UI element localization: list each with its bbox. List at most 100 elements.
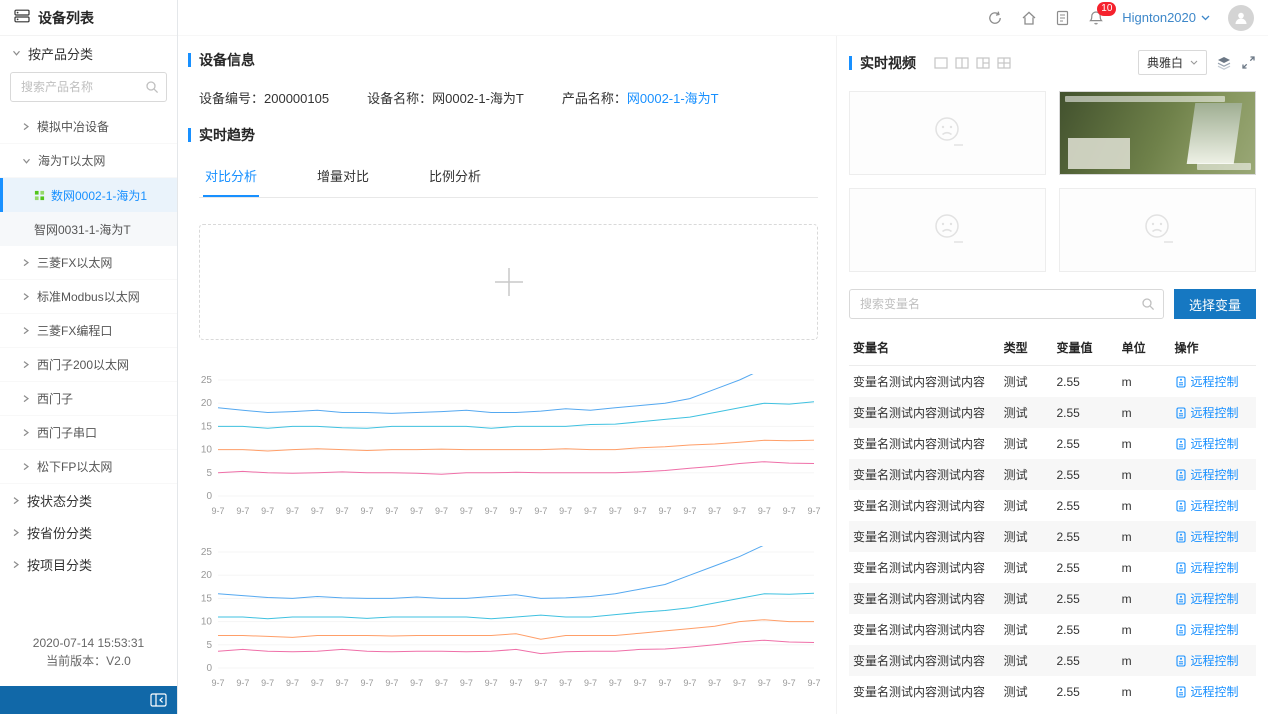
svg-text:9-7: 9-7 xyxy=(435,678,448,688)
tab-1[interactable]: 增量对比 xyxy=(315,157,371,197)
product-search-input[interactable] xyxy=(10,72,167,102)
cell-name: 变量名测试内容测试内容 xyxy=(849,490,1000,521)
cell-value: 2.55 xyxy=(1052,490,1117,521)
svg-text:9-7: 9-7 xyxy=(807,506,820,516)
remote-control-link[interactable]: 远程控制 xyxy=(1175,435,1253,452)
group-0[interactable]: 按状态分类 xyxy=(0,484,177,516)
tree-item-5[interactable]: 西门子200以太网 xyxy=(0,348,177,382)
tree-device-1-0[interactable]: 数网0002-1-海为1 xyxy=(0,178,177,212)
footer-timestamp: 2020-07-14 15:53:31 xyxy=(0,634,177,652)
avatar[interactable] xyxy=(1228,5,1254,31)
remote-control-link[interactable]: 远程控制 xyxy=(1175,404,1253,421)
cell-type: 测试 xyxy=(1000,521,1053,552)
layout-single-icon[interactable] xyxy=(934,57,948,69)
device-code-field: 设备编号：200000105 xyxy=(199,88,329,107)
tree-item-7[interactable]: 西门子串口 xyxy=(0,416,177,450)
svg-text:9-7: 9-7 xyxy=(683,678,696,688)
tab-2[interactable]: 比例分析 xyxy=(427,157,483,197)
collapse-sidebar-icon[interactable] xyxy=(150,693,167,707)
notification-badge: 10 xyxy=(1097,2,1116,16)
remote-control-link[interactable]: 远程控制 xyxy=(1175,621,1253,638)
cell-value: 2.55 xyxy=(1052,366,1117,398)
group-by-product[interactable]: 按产品分类 xyxy=(0,36,177,70)
other-groups: 按状态分类按省份分类按项目分类 xyxy=(0,484,177,580)
video-cell-empty-0[interactable] xyxy=(849,91,1046,175)
search-icon[interactable] xyxy=(145,80,159,94)
refresh-icon[interactable] xyxy=(987,10,1003,26)
video-overlay-label xyxy=(1197,163,1251,170)
col-header-1: 类型 xyxy=(1000,331,1053,366)
caret-down-icon xyxy=(1201,15,1210,21)
tree-item-3[interactable]: 标准Modbus以太网 xyxy=(0,280,177,314)
add-chart-placeholder[interactable] xyxy=(199,224,818,340)
video-overlay-text xyxy=(1065,96,1225,102)
remote-control-link[interactable]: 远程控制 xyxy=(1175,497,1253,514)
center-panel: 设备信息 设备编号：200000105 设备名称：网0002-1-海为T 产品名… xyxy=(178,36,836,714)
video-cell-empty-2[interactable] xyxy=(849,188,1046,272)
cell-type: 测试 xyxy=(1000,645,1053,676)
right-panel: 实时视频 典雅白 xyxy=(836,36,1268,714)
product-tree: 模拟中冶设备海为T以太网数网0002-1-海为1智网0031-1-海为T三菱FX… xyxy=(0,110,177,484)
tree-item-2[interactable]: 三菱FX以太网 xyxy=(0,246,177,280)
search-icon[interactable] xyxy=(1141,297,1155,311)
layout-two-pane-icon[interactable] xyxy=(955,57,969,69)
notifications-button[interactable]: 10 xyxy=(1088,10,1104,26)
theme-select-value: 典雅白 xyxy=(1147,54,1183,71)
remote-control-link[interactable]: 远程控制 xyxy=(1175,466,1253,483)
table-row: 变量名测试内容测试内容测试2.55m远程控制 xyxy=(849,459,1256,490)
main-area: 10 Hignton2020 设备信息 设备编号：200000105 设备名称：… xyxy=(178,0,1268,714)
remote-control-link[interactable]: 远程控制 xyxy=(1175,652,1253,669)
table-row: 变量名测试内容测试内容测试2.55m远程控制 xyxy=(849,614,1256,645)
layers-icon[interactable] xyxy=(1216,55,1232,71)
home-icon[interactable] xyxy=(1021,10,1037,26)
theme-select[interactable]: 典雅白 xyxy=(1138,50,1207,75)
svg-text:15: 15 xyxy=(201,593,213,604)
variable-search-input[interactable] xyxy=(849,289,1164,319)
tab-0[interactable]: 对比分析 xyxy=(203,157,259,197)
video-cell-live[interactable] xyxy=(1059,91,1256,175)
document-icon[interactable] xyxy=(1055,10,1070,26)
sidebar-title: 设备列表 xyxy=(38,8,94,28)
remote-control-link[interactable]: 远程控制 xyxy=(1175,590,1253,607)
tree-item-0[interactable]: 模拟中冶设备 xyxy=(0,110,177,144)
chevron-right-icon xyxy=(22,326,30,335)
remote-control-link[interactable]: 远程控制 xyxy=(1175,373,1253,390)
tree-item-8[interactable]: 松下FP以太网 xyxy=(0,450,177,484)
remote-control-link[interactable]: 远程控制 xyxy=(1175,559,1253,576)
svg-text:9-7: 9-7 xyxy=(807,678,820,688)
product-name-link[interactable]: 网0002-1-海为T xyxy=(627,91,719,106)
select-variable-button[interactable]: 选择变量 xyxy=(1174,289,1256,319)
group-2[interactable]: 按项目分类 xyxy=(0,548,177,580)
layout-grid-icon[interactable] xyxy=(997,57,1011,69)
remote-control-link[interactable]: 远程控制 xyxy=(1175,683,1253,700)
group-1[interactable]: 按省份分类 xyxy=(0,516,177,548)
tree-item-1[interactable]: 海为T以太网 xyxy=(0,144,177,178)
tree-item-label: 西门子200以太网 xyxy=(37,356,129,373)
layout-three-pane-icon[interactable] xyxy=(976,57,990,69)
svg-text:10: 10 xyxy=(201,445,213,456)
table-row: 变量名测试内容测试内容测试2.55m远程控制 xyxy=(849,645,1256,676)
plus-icon xyxy=(491,264,527,300)
fullscreen-icon[interactable] xyxy=(1241,55,1256,70)
content: 设备信息 设备编号：200000105 设备名称：网0002-1-海为T 产品名… xyxy=(178,36,1268,714)
video-title: 实时视频 xyxy=(860,53,916,73)
tree-device-label: 数网0002-1-海为1 xyxy=(51,187,147,204)
video-cell-empty-3[interactable] xyxy=(1059,188,1256,272)
footer-version: 当前版本：V2.0 xyxy=(0,652,177,670)
cell-name: 变量名测试内容测试内容 xyxy=(849,583,1000,614)
svg-text:9-7: 9-7 xyxy=(236,506,249,516)
remote-control-link[interactable]: 远程控制 xyxy=(1175,528,1253,545)
tree-device-1-1[interactable]: 智网0031-1-海为T xyxy=(0,212,177,246)
user-menu[interactable]: Hignton2020 xyxy=(1122,10,1210,25)
no-video-sad-face-icon xyxy=(1136,209,1180,251)
tree-item-label: 海为T以太网 xyxy=(38,152,105,169)
remote-control-icon xyxy=(1175,593,1187,605)
group-label: 按产品分类 xyxy=(28,44,93,63)
tree-item-4[interactable]: 三菱FX编程口 xyxy=(0,314,177,348)
variable-search xyxy=(849,289,1164,319)
remote-control-icon xyxy=(1175,407,1187,419)
remote-control-icon xyxy=(1175,438,1187,450)
svg-text:9-7: 9-7 xyxy=(261,678,274,688)
tree-item-6[interactable]: 西门子 xyxy=(0,382,177,416)
svg-text:9-7: 9-7 xyxy=(534,506,547,516)
